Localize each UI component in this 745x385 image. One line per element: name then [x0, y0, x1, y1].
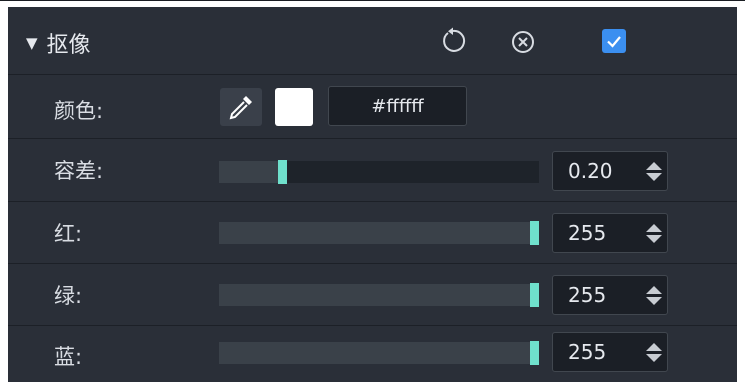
red-row: 红: 255 — [8, 202, 737, 264]
spin-arrows[interactable] — [641, 342, 667, 362]
tolerance-label: 容差: — [54, 159, 104, 183]
spin-up-icon[interactable] — [646, 285, 662, 294]
red-spinbox[interactable]: 255 — [552, 213, 668, 253]
green-row: 绿: 255 — [8, 264, 737, 326]
blue-row: 蓝: 255 — [8, 326, 737, 382]
slider-fill — [219, 222, 539, 244]
tolerance-value[interactable]: 0.20 — [553, 159, 641, 183]
slider-thumb[interactable] — [278, 160, 287, 184]
spin-arrows[interactable] — [641, 223, 667, 243]
spin-arrows[interactable] — [641, 285, 667, 305]
reset-icon — [443, 27, 466, 52]
color-label: 颜色: — [54, 99, 104, 123]
blue-value[interactable]: 255 — [553, 340, 641, 364]
slider-fill — [219, 284, 539, 306]
blue-label: 蓝: — [54, 345, 83, 369]
green-spinbox[interactable]: 255 — [552, 275, 668, 315]
slider-thumb[interactable] — [530, 283, 539, 307]
checkmark-icon — [607, 36, 621, 48]
tolerance-spinbox[interactable]: 0.20 — [552, 151, 668, 191]
chroma-key-panel: ▼ 抠像 颜色: #ffffff 容差: 0.20 红: 255 绿: 255 … — [0, 0, 745, 382]
tolerance-row: 容差: 0.20 — [8, 139, 737, 202]
red-slider[interactable] — [219, 221, 539, 245]
spin-down-icon[interactable] — [646, 172, 662, 181]
spin-down-icon[interactable] — [646, 353, 662, 362]
blue-slider[interactable] — [219, 341, 539, 365]
spin-up-icon[interactable] — [646, 223, 662, 232]
reset-button[interactable] — [438, 26, 468, 56]
panel-title-group[interactable]: ▼ 抠像 — [26, 27, 91, 59]
circle-close-icon — [512, 31, 534, 53]
slider-thumb[interactable] — [530, 341, 539, 365]
spin-up-icon[interactable] — [646, 161, 662, 170]
spin-down-icon[interactable] — [646, 296, 662, 305]
color-row: 颜色: — [8, 75, 737, 139]
color-swatch[interactable] — [275, 88, 313, 126]
panel-header: ▼ 抠像 — [8, 7, 737, 75]
green-value[interactable]: 255 — [553, 283, 641, 307]
hex-color-input[interactable] — [328, 86, 467, 126]
eyedropper-icon — [229, 96, 252, 120]
red-value[interactable]: 255 — [553, 221, 641, 245]
green-label: 绿: — [54, 284, 83, 308]
enable-checkbox[interactable] — [602, 29, 626, 53]
spin-arrows[interactable] — [641, 161, 667, 181]
tolerance-slider[interactable] — [219, 160, 539, 184]
spin-up-icon[interactable] — [646, 342, 662, 351]
spin-down-icon[interactable] — [646, 234, 662, 243]
remove-effect-button[interactable] — [508, 27, 538, 57]
green-slider[interactable] — [219, 283, 539, 307]
slider-fill — [219, 342, 539, 364]
blue-spinbox[interactable]: 255 — [552, 332, 668, 372]
slider-fill — [219, 161, 283, 183]
eyedropper-button[interactable] — [220, 88, 262, 126]
panel-title: 抠像 — [46, 33, 91, 58]
red-label: 红: — [54, 222, 83, 246]
slider-thumb[interactable] — [530, 221, 539, 245]
triangle-down-icon[interactable]: ▼ — [26, 34, 38, 52]
